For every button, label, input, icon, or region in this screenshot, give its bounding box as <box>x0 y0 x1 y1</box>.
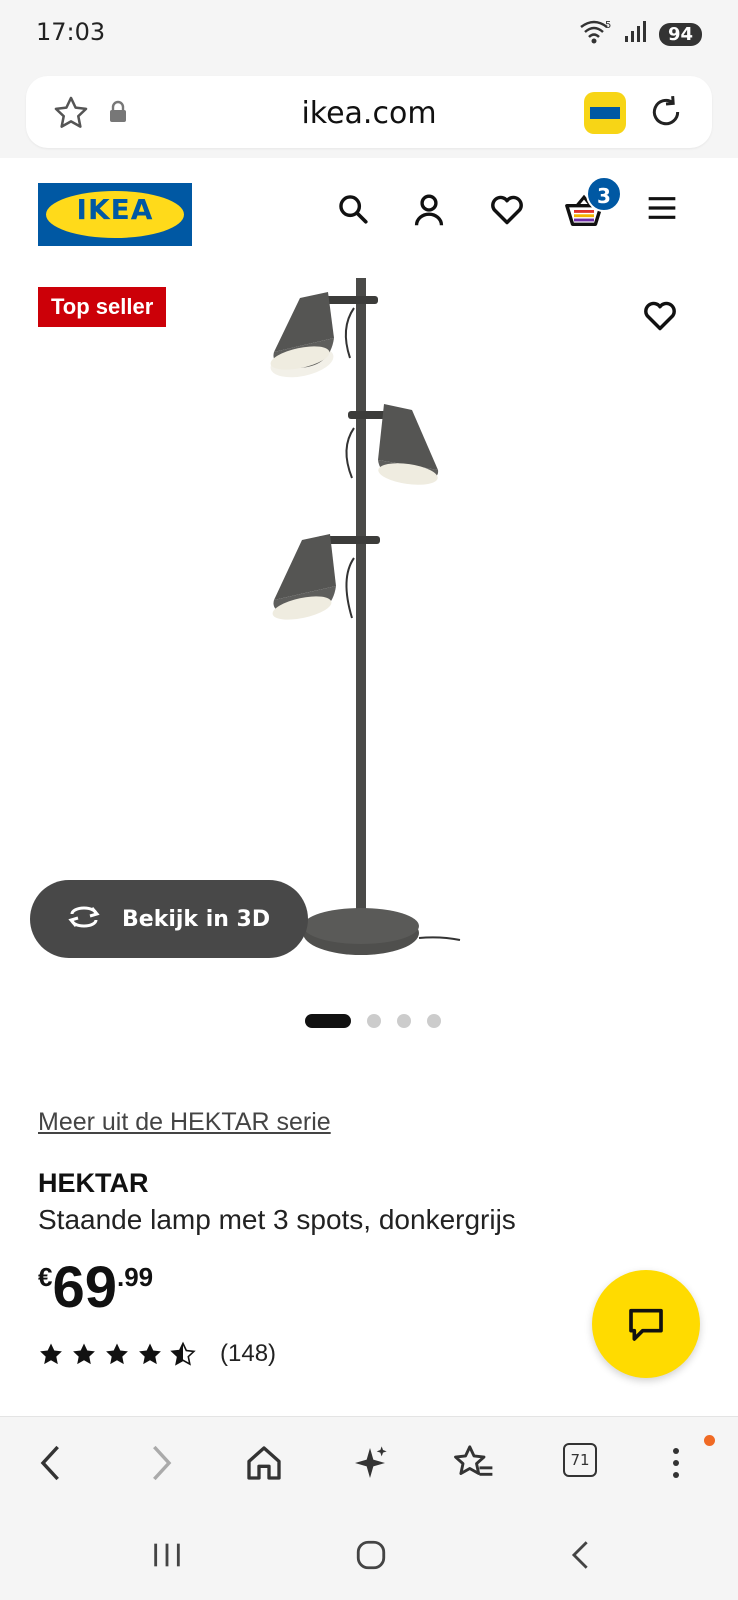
recent-apps-icon[interactable] <box>150 1538 184 1576</box>
browser-address-area: ikea.com <box>0 68 738 158</box>
price-currency: € <box>38 1262 53 1292</box>
cart-count-badge: 3 <box>586 176 622 212</box>
reload-icon[interactable] <box>646 92 686 136</box>
forward-icon[interactable] <box>146 1443 176 1487</box>
product-rating[interactable]: (148) <box>38 1340 276 1368</box>
price-decimal: .99 <box>116 1262 154 1292</box>
product-price: € 69 .99 <box>38 1256 153 1320</box>
logo-text: IKEA <box>76 193 154 226</box>
status-time: 17:03 <box>36 18 106 46</box>
chat-icon <box>629 1308 663 1341</box>
rotate-3d-icon <box>64 902 104 936</box>
tabs-count-icon[interactable]: 71 <box>563 1443 597 1477</box>
sparkle-ai-icon[interactable] <box>350 1443 390 1487</box>
back-icon[interactable] <box>36 1443 66 1487</box>
price-integer: 69 <box>52 1255 117 1320</box>
ikea-logo[interactable]: IKEA <box>38 183 192 246</box>
signal-icon <box>623 20 649 48</box>
ikea-app-icon[interactable] <box>584 92 626 134</box>
address-bar[interactable]: ikea.com <box>26 76 712 148</box>
wifi-icon: 5 <box>579 18 613 50</box>
notification-dot <box>704 1435 715 1446</box>
user-icon[interactable] <box>412 192 446 232</box>
carousel-dot-4[interactable] <box>427 1014 441 1028</box>
series-link[interactable]: Meer uit de HEKTAR serie <box>38 1108 331 1137</box>
view-3d-label: Bekijk in 3D <box>122 906 271 932</box>
wifi-badge: 5 <box>605 20 611 31</box>
rating-stars-icon <box>40 1342 195 1365</box>
site-header: IKEA 3 <box>0 158 738 258</box>
battery-indicator: 94 <box>658 22 702 46</box>
rating-count: (148) <box>220 1340 277 1367</box>
status-icons: 5 94 <box>579 18 702 50</box>
carousel-dot-2[interactable] <box>367 1014 381 1028</box>
home-button-icon[interactable] <box>354 1538 388 1576</box>
carousel-dot-3[interactable] <box>397 1014 411 1028</box>
chat-button[interactable] <box>592 1270 700 1378</box>
carousel-dot-1[interactable] <box>305 1014 351 1028</box>
more-options-icon[interactable] <box>670 1443 682 1487</box>
wishlist-heart-icon[interactable] <box>489 192 525 230</box>
view-3d-button[interactable]: Bekijk in 3D <box>30 880 308 958</box>
search-icon[interactable] <box>336 192 370 230</box>
menu-icon[interactable] <box>646 192 678 228</box>
home-icon[interactable] <box>244 1443 284 1487</box>
system-navigation-bar <box>0 1512 738 1600</box>
favorite-heart-icon[interactable] <box>642 298 678 336</box>
carousel-indicator <box>0 1014 738 1028</box>
product-name: HEKTAR <box>38 1168 149 1198</box>
top-seller-badge: Top seller <box>38 287 167 327</box>
status-bar: 17:03 5 94 <box>0 0 738 68</box>
system-back-icon[interactable] <box>566 1538 596 1576</box>
browser-toolbar: 71 <box>0 1416 738 1512</box>
bookmarks-icon[interactable] <box>452 1443 494 1487</box>
product-description: Staande lamp met 3 spots, donkergrijs <box>38 1204 516 1235</box>
product-image-gallery[interactable]: Top seller Bekijk in 3D <box>0 258 738 1040</box>
